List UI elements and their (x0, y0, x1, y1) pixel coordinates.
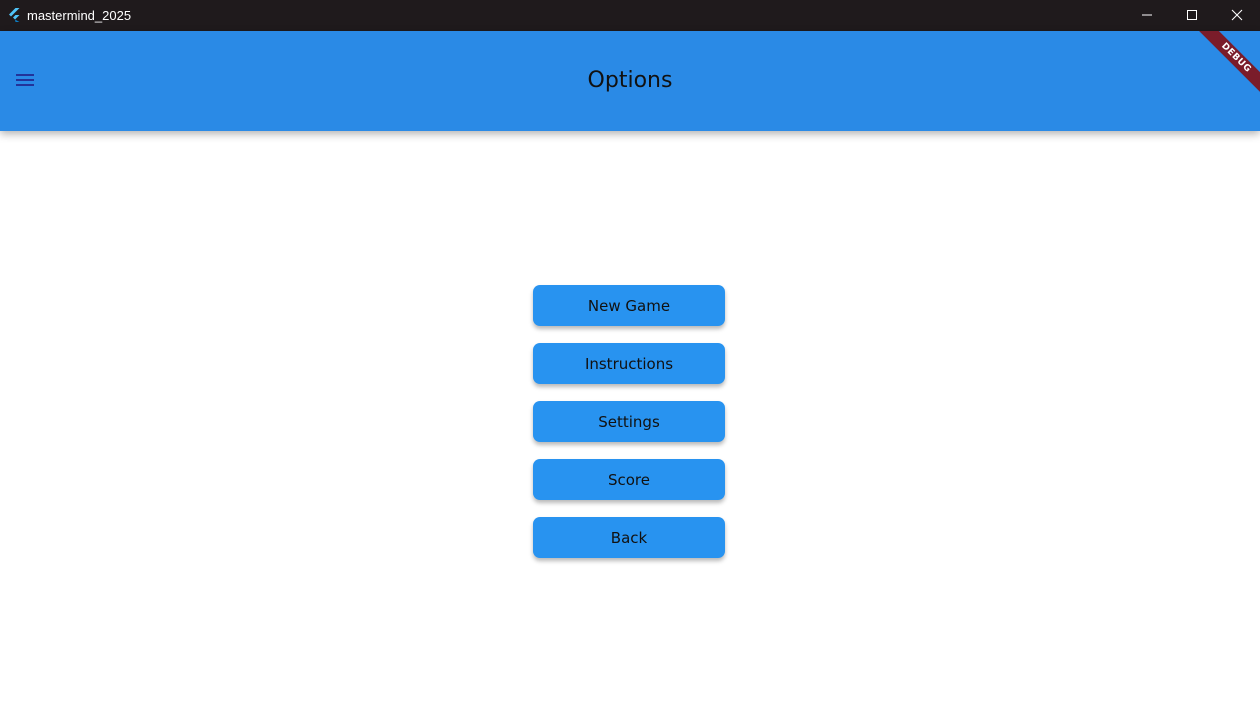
score-button[interactable]: Score (533, 459, 725, 500)
back-button[interactable]: Back (533, 517, 725, 558)
settings-button[interactable]: Settings (533, 401, 725, 442)
minimize-button[interactable] (1124, 0, 1170, 31)
instructions-button[interactable]: Instructions (533, 343, 725, 384)
maximize-button[interactable] (1169, 0, 1215, 31)
new-game-button[interactable]: New Game (533, 285, 725, 326)
maximize-icon (1186, 6, 1198, 25)
page-title: Options (587, 68, 673, 93)
close-button[interactable] (1214, 0, 1260, 31)
app-bar: Options DEBUG (0, 31, 1260, 131)
window-titlebar: mastermind_2025 (0, 0, 1260, 31)
minimize-icon (1141, 6, 1153, 25)
close-icon (1231, 6, 1243, 25)
options-menu: New Game Instructions Settings Score Bac… (533, 285, 725, 575)
window-title: mastermind_2025 (27, 8, 132, 23)
flutter-icon (6, 7, 22, 23)
